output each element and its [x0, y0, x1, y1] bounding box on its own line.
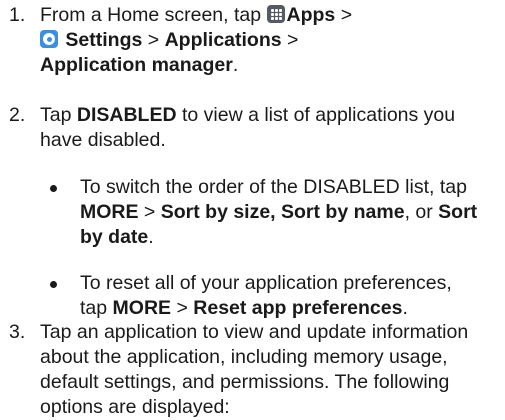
- step-line: options are displayed:: [40, 396, 230, 418]
- bullet-line: To switch the order of the DISABLED list…: [80, 176, 467, 198]
- sort-options-label: Sort by size, Sort by name: [160, 201, 405, 223]
- step-line: Tap DISABLED to view a list of applicati…: [40, 103, 495, 128]
- step-line: Settings > Applications >: [40, 28, 495, 53]
- separator: >: [340, 4, 353, 26]
- step-text: to view a list of applications you: [181, 104, 456, 126]
- apps-label: Apps: [286, 4, 336, 26]
- period: .: [148, 226, 154, 248]
- bullet-dot: [50, 281, 57, 288]
- disabled-label: DISABLED: [76, 104, 177, 126]
- more-label: MORE: [112, 297, 172, 319]
- period: .: [402, 297, 408, 319]
- application-manager-label: Application manager: [40, 54, 233, 76]
- separator: >: [176, 297, 188, 319]
- separator: >: [143, 201, 156, 223]
- step-number: 1.: [9, 4, 26, 26]
- bullet-line: To reset all of your application prefere…: [80, 272, 452, 294]
- apps-grid-icon: [266, 5, 285, 23]
- sort-by-date-label: by date: [80, 226, 149, 248]
- step-text: Tap: [40, 104, 72, 126]
- step-text: tap: [80, 297, 108, 319]
- step-line: have disabled.: [40, 129, 166, 151]
- step-text: From a Home screen, tap: [40, 4, 262, 26]
- settings-gear-icon: [40, 30, 58, 48]
- reset-app-preferences-label: Reset app preferences: [193, 297, 403, 319]
- step-line: about the application, including memory …: [40, 346, 448, 368]
- bullet-line: by date.: [80, 225, 490, 250]
- step-line: Application manager.: [40, 53, 495, 78]
- separator: >: [147, 29, 160, 51]
- step-line: From a Home screen, tap Apps >: [40, 3, 495, 28]
- step-text: , or: [404, 201, 433, 223]
- step-body: Tap an application to view and update in…: [40, 320, 495, 420]
- sort-by-date-label: Sort: [438, 201, 478, 223]
- settings-label: Settings: [65, 29, 143, 51]
- bullet-dot: [50, 185, 57, 192]
- step-body: From a Home screen, tap Apps > Settings …: [40, 3, 495, 78]
- bullet-text: To switch the order of the DISABLED list…: [80, 175, 490, 250]
- bullet-line: MORE > Sort by size, Sort by name, or So…: [80, 200, 490, 225]
- step-number: 2.: [9, 104, 26, 126]
- applications-label: Applications: [164, 29, 282, 51]
- more-label: MORE: [80, 201, 139, 223]
- bullet-line: tap MORE > Reset app preferences.: [80, 296, 490, 321]
- step-number: 3.: [9, 321, 26, 343]
- step-line: Tap an application to view and update in…: [40, 321, 469, 343]
- bullet-text: To reset all of your application prefere…: [80, 271, 490, 321]
- step-body: Tap DISABLED to view a list of applicati…: [40, 103, 495, 153]
- step-line: default settings, and permissions. The f…: [40, 371, 450, 393]
- period: .: [232, 54, 239, 76]
- separator: >: [287, 29, 299, 51]
